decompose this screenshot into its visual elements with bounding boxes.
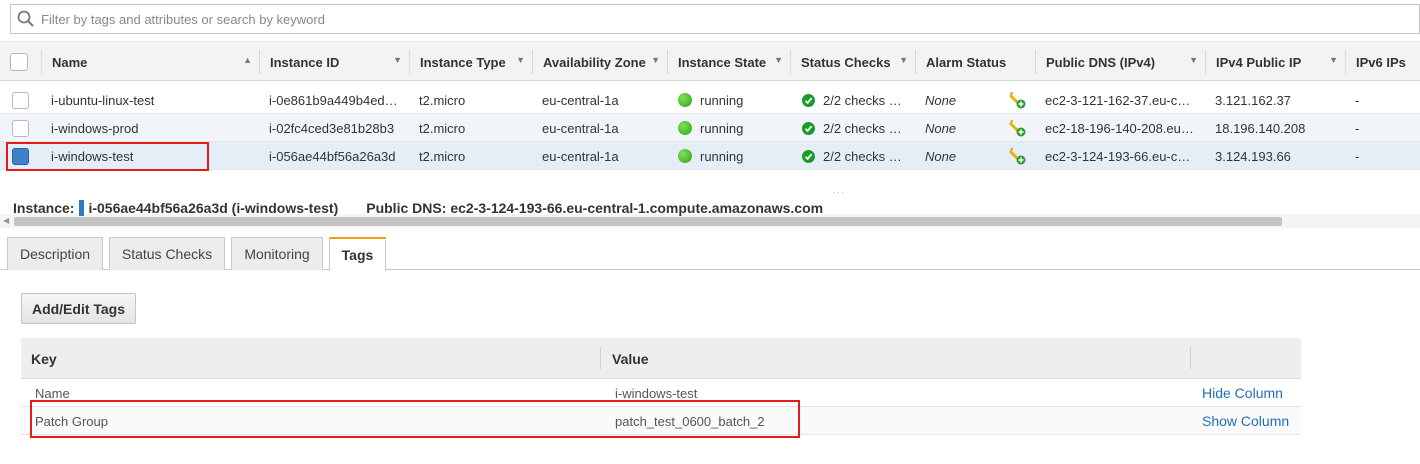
sort-icon[interactable]: ▼ [1189,55,1198,65]
sort-icon[interactable]: ▼ [516,55,525,65]
tag-row: Name i-windows-test Hide Column [21,379,1301,407]
instances-grid: Name ▲ Instance ID ▼ Instance Type ▼ Availa… [0,41,1420,228]
column-header-ipv6-ips[interactable]: IPv6 IPs [1346,42,1420,82]
instance-id: i-02fc4ced3e81b28b3 [269,120,395,136]
check-passed-icon [802,149,815,163]
key-column-header: Key [31,350,57,367]
availability-zone: eu-central-1a [542,120,619,136]
running-status-icon [678,121,692,135]
scroll-left-icon[interactable]: ◀ [3,216,9,225]
sort-icon[interactable]: ▼ [774,55,783,65]
alarm-status: None [925,120,957,136]
detail-tabs: Description Status Checks Monitoring Tag… [0,236,1420,271]
pane-splitter-handle[interactable]: ··· [832,188,846,197]
check-passed-icon [802,121,815,135]
table-row[interactable]: i-windows-prod i-02fc4ced3e81b28b3 t2.mi… [0,114,1420,142]
instance-type: t2.micro [419,92,466,108]
instance-id: i-0e861b9a449b4ed… [269,92,398,108]
value-column-header: Value [612,350,649,367]
status-checks: 2/2 checks … [802,142,902,170]
select-all-checkbox[interactable] [10,53,28,71]
alarm-status: None [925,92,957,108]
column-header-instance-state[interactable]: Instance State ▼ [668,42,791,82]
column-header-ipv4-public-ip[interactable]: IPv4 Public IP ▼ [1206,42,1346,82]
instance-name: i-windows-prod [51,120,139,136]
tag-key: Name [35,385,70,401]
create-alarm-icon[interactable] [1008,86,1026,114]
sort-icon[interactable]: ▼ [1329,55,1338,65]
column-header-status-checks[interactable]: Status Checks ▼ [791,42,916,82]
sort-icon[interactable]: ▼ [899,55,908,65]
alarm-status: None [925,148,957,164]
availability-zone: eu-central-1a [542,148,619,164]
add-edit-tags-button[interactable]: Add/Edit Tags [21,293,136,324]
public-dns: ec2-18-196-140-208.eu… [1045,120,1194,136]
status-checks: 2/2 checks … [802,86,902,114]
sort-icon[interactable]: ▼ [651,55,660,65]
column-header-instance-type[interactable]: Instance Type ▼ [410,42,533,82]
ipv6-ips: - [1355,92,1360,108]
check-passed-icon [802,93,815,107]
row-checkbox-checked[interactable] [12,147,29,165]
column-header-public-dns[interactable]: Public DNS (IPv4) ▼ [1036,42,1206,82]
instance-state: running [678,142,743,170]
scrollbar-thumb[interactable] [14,217,1282,226]
hide-column-link[interactable]: Hide Column [1202,379,1283,407]
tag-value: i-windows-test [615,385,698,401]
row-checkbox[interactable] [12,91,29,109]
tag-value: patch_test_0600_batch_2 [615,413,765,429]
search-bar[interactable] [10,4,1420,34]
tags-table: Key Value Name i-windows-test Hide Colum… [21,338,1301,435]
instance-value: i-056ae44bf56a26a3d (i-windows-test) [88,200,339,216]
instance-type: t2.micro [419,120,466,136]
tab-status-checks[interactable]: Status Checks [109,237,225,270]
status-checks: 2/2 checks … [802,114,902,142]
instance-state: running [678,86,743,114]
grid-header: Name ▲ Instance ID ▼ Instance Type ▼ Availa… [0,41,1420,81]
sort-ascending-icon[interactable]: ▲ [243,55,252,65]
instance-name: i-ubuntu-linux-test [51,92,155,108]
ipv6-ips: - [1355,120,1360,136]
column-header-availability-zone[interactable]: Availability Zone ▼ [533,42,668,82]
show-column-link[interactable]: Show Column [1202,407,1289,435]
instance-type: t2.micro [419,148,466,164]
public-dns-label: Public DNS: [366,200,447,216]
public-dns: ec2-3-124-193-66.eu-c… [1045,148,1191,164]
create-alarm-icon[interactable] [1008,114,1026,142]
create-alarm-icon[interactable] [1008,142,1026,170]
search-icon [11,4,41,34]
column-header-alarm-status[interactable]: Alarm Status [916,42,1036,82]
running-status-icon [678,149,692,163]
ipv4-public-ip: 18.196.140.208 [1215,120,1306,136]
tab-tags[interactable]: Tags [329,237,386,271]
tag-row: Patch Group patch_test_0600_batch_2 Show… [21,407,1301,435]
select-all-cell[interactable] [0,42,42,82]
instance-id: i-056ae44bf56a26a3d [269,148,396,164]
column-header-name[interactable]: Name ▲ [42,42,260,82]
tab-description[interactable]: Description [7,237,103,270]
tags-table-header: Key Value [21,338,1301,379]
public-dns: ec2-3-121-162-37.eu-c… [1045,92,1191,108]
instance-label: Instance: [13,200,75,216]
running-status-icon [678,93,692,107]
tag-key: Patch Group [35,413,108,429]
ipv4-public-ip: 3.124.193.66 [1215,148,1291,164]
column-header-instance-id[interactable]: Instance ID ▼ [260,42,410,82]
tab-monitoring[interactable]: Monitoring [231,237,323,270]
table-row-selected[interactable]: i-windows-test i-056ae44bf56a26a3d t2.mi… [0,142,1420,170]
availability-zone: eu-central-1a [542,92,619,108]
public-dns-value: ec2-3-124-193-66.eu-central-1.compute.am… [450,200,824,216]
instance-name: i-windows-test [51,148,134,164]
ipv6-ips: - [1355,148,1360,164]
sort-icon[interactable]: ▼ [393,55,402,65]
search-input[interactable] [41,6,1419,32]
instance-color-marker [79,200,85,216]
row-checkbox[interactable] [12,119,29,137]
table-row[interactable]: i-ubuntu-linux-test i-0e861b9a449b4ed… t… [0,86,1420,114]
instance-state: running [678,114,743,142]
instance-detail-header: Instance: i-056ae44bf56a26a3d (i-windows… [13,199,823,217]
ipv4-public-ip: 3.121.162.37 [1215,92,1291,108]
